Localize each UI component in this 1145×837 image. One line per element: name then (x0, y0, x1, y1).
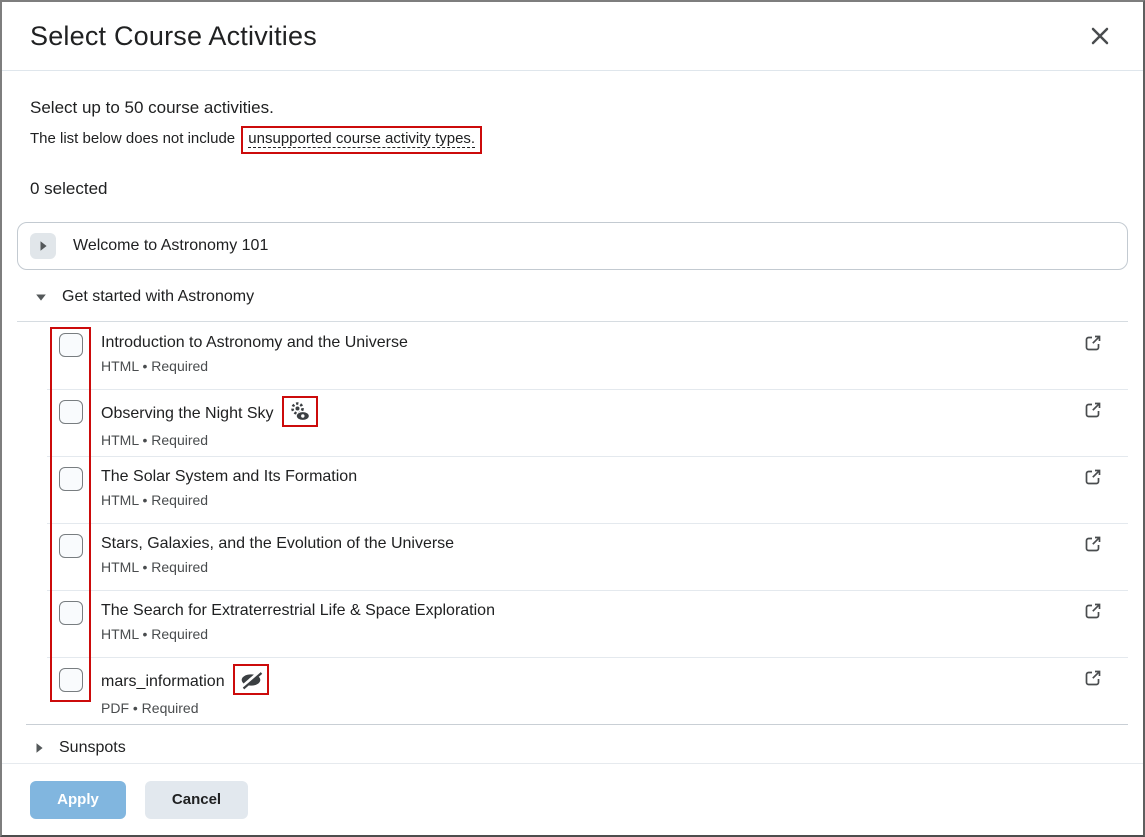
release-conditions-icon (288, 400, 312, 424)
cancel-button[interactable]: Cancel (145, 781, 248, 819)
external-link-icon (1084, 535, 1102, 553)
expander-chip[interactable] (30, 233, 56, 259)
activity-meta: PDF • Required (101, 699, 1072, 718)
selected-count: 0 selected (2, 154, 1143, 222)
open-in-new-window-button[interactable] (1084, 401, 1102, 419)
exclusion-note-prefix: The list below does not include (30, 130, 239, 147)
activity-meta: HTML • Required (101, 357, 1072, 376)
activity-checkbox[interactable] (59, 601, 83, 625)
activity-title: The Solar System and Its Formation (101, 466, 357, 487)
activity-checkbox[interactable] (59, 668, 83, 692)
activity-checkbox[interactable] (59, 534, 83, 558)
exclusion-note: The list below does not include unsuppor… (30, 126, 1115, 154)
activity-text: Observing the Night Sky (101, 399, 1072, 450)
annotation-box-release-conditions-icon (282, 396, 318, 427)
open-in-new-window-button[interactable] (1084, 602, 1102, 620)
activity-title: Observing the Night Sky (101, 403, 274, 424)
course-activities-tree: Welcome to Astronomy 101 Get started wit… (17, 222, 1128, 763)
activity-title: Stars, Galaxies, and the Evolution of th… (101, 533, 454, 554)
hidden-eye-icon (238, 668, 264, 692)
activity-text: mars_information (101, 667, 1072, 718)
close-icon (1088, 24, 1112, 48)
activity-meta: HTML • Required (101, 558, 1072, 577)
external-link-icon (1084, 669, 1102, 687)
activity-meta: HTML • Required (101, 491, 1072, 510)
chevron-right-icon (35, 742, 44, 754)
activity-checkbox[interactable] (59, 333, 83, 357)
dialog-title: Select Course Activities (30, 21, 317, 52)
activity-meta: HTML • Required (101, 625, 1072, 644)
external-link-icon (1084, 334, 1102, 352)
open-in-new-window-button[interactable] (1084, 535, 1102, 553)
activity-text: Introduction to Astronomy and the Univer… (101, 332, 1072, 376)
select-course-activities-dialog: Select Course Activities Select up to 50… (0, 0, 1145, 837)
activity-text: The Solar System and Its Formation HTML … (101, 466, 1072, 510)
intro-text-block: Select up to 50 course activities. The l… (2, 97, 1143, 154)
activity-row: The Search for Extraterrestrial Life & S… (17, 590, 1128, 657)
external-link-icon (1084, 468, 1102, 486)
activity-row: mars_information (17, 657, 1128, 724)
activity-checkbox[interactable] (59, 400, 83, 424)
activity-title: mars_information (101, 671, 225, 692)
section-label: Welcome to Astronomy 101 (73, 237, 268, 255)
activity-meta: HTML • Required (101, 431, 1072, 450)
close-button[interactable] (1083, 19, 1117, 53)
section-get-started-with-astronomy[interactable]: Get started with Astronomy (17, 280, 1128, 314)
chevron-down-icon (35, 293, 47, 302)
section-label: Sunspots (59, 739, 126, 757)
activity-row: Observing the Night Sky (17, 389, 1128, 456)
section-label: Get started with Astronomy (62, 288, 254, 306)
activity-row: Stars, Galaxies, and the Evolution of th… (17, 523, 1128, 590)
dialog-body: Select up to 50 course activities. The l… (2, 71, 1143, 763)
activity-title: Introduction to Astronomy and the Univer… (101, 332, 408, 353)
open-in-new-window-button[interactable] (1084, 468, 1102, 486)
section-welcome-to-astronomy-101[interactable]: Welcome to Astronomy 101 (17, 222, 1128, 270)
activity-row: The Solar System and Its Formation HTML … (17, 456, 1128, 523)
external-link-icon (1084, 401, 1102, 419)
activity-list: Introduction to Astronomy and the Univer… (17, 321, 1128, 724)
activity-text: Stars, Galaxies, and the Evolution of th… (101, 533, 1072, 577)
annotation-box-unsupported-link: unsupported course activity types. (241, 126, 482, 154)
activity-text: The Search for Extraterrestrial Life & S… (101, 600, 1072, 644)
activity-title: The Search for Extraterrestrial Life & S… (101, 600, 495, 621)
annotation-box-hidden-icon (233, 664, 269, 695)
activity-checkbox[interactable] (59, 467, 83, 491)
external-link-icon (1084, 602, 1102, 620)
open-in-new-window-button[interactable] (1084, 334, 1102, 352)
unsupported-activity-types-link[interactable]: unsupported course activity types. (248, 130, 475, 147)
open-in-new-window-button[interactable] (1084, 669, 1102, 687)
dialog-footer: Apply Cancel (2, 763, 1143, 835)
selection-limit-text: Select up to 50 course activities. (30, 97, 1115, 119)
section-sunspots[interactable]: Sunspots (17, 725, 1128, 763)
apply-button[interactable]: Apply (30, 781, 126, 819)
activity-row: Introduction to Astronomy and the Univer… (17, 322, 1128, 389)
dialog-header: Select Course Activities (2, 2, 1143, 71)
chevron-right-icon (39, 240, 48, 252)
